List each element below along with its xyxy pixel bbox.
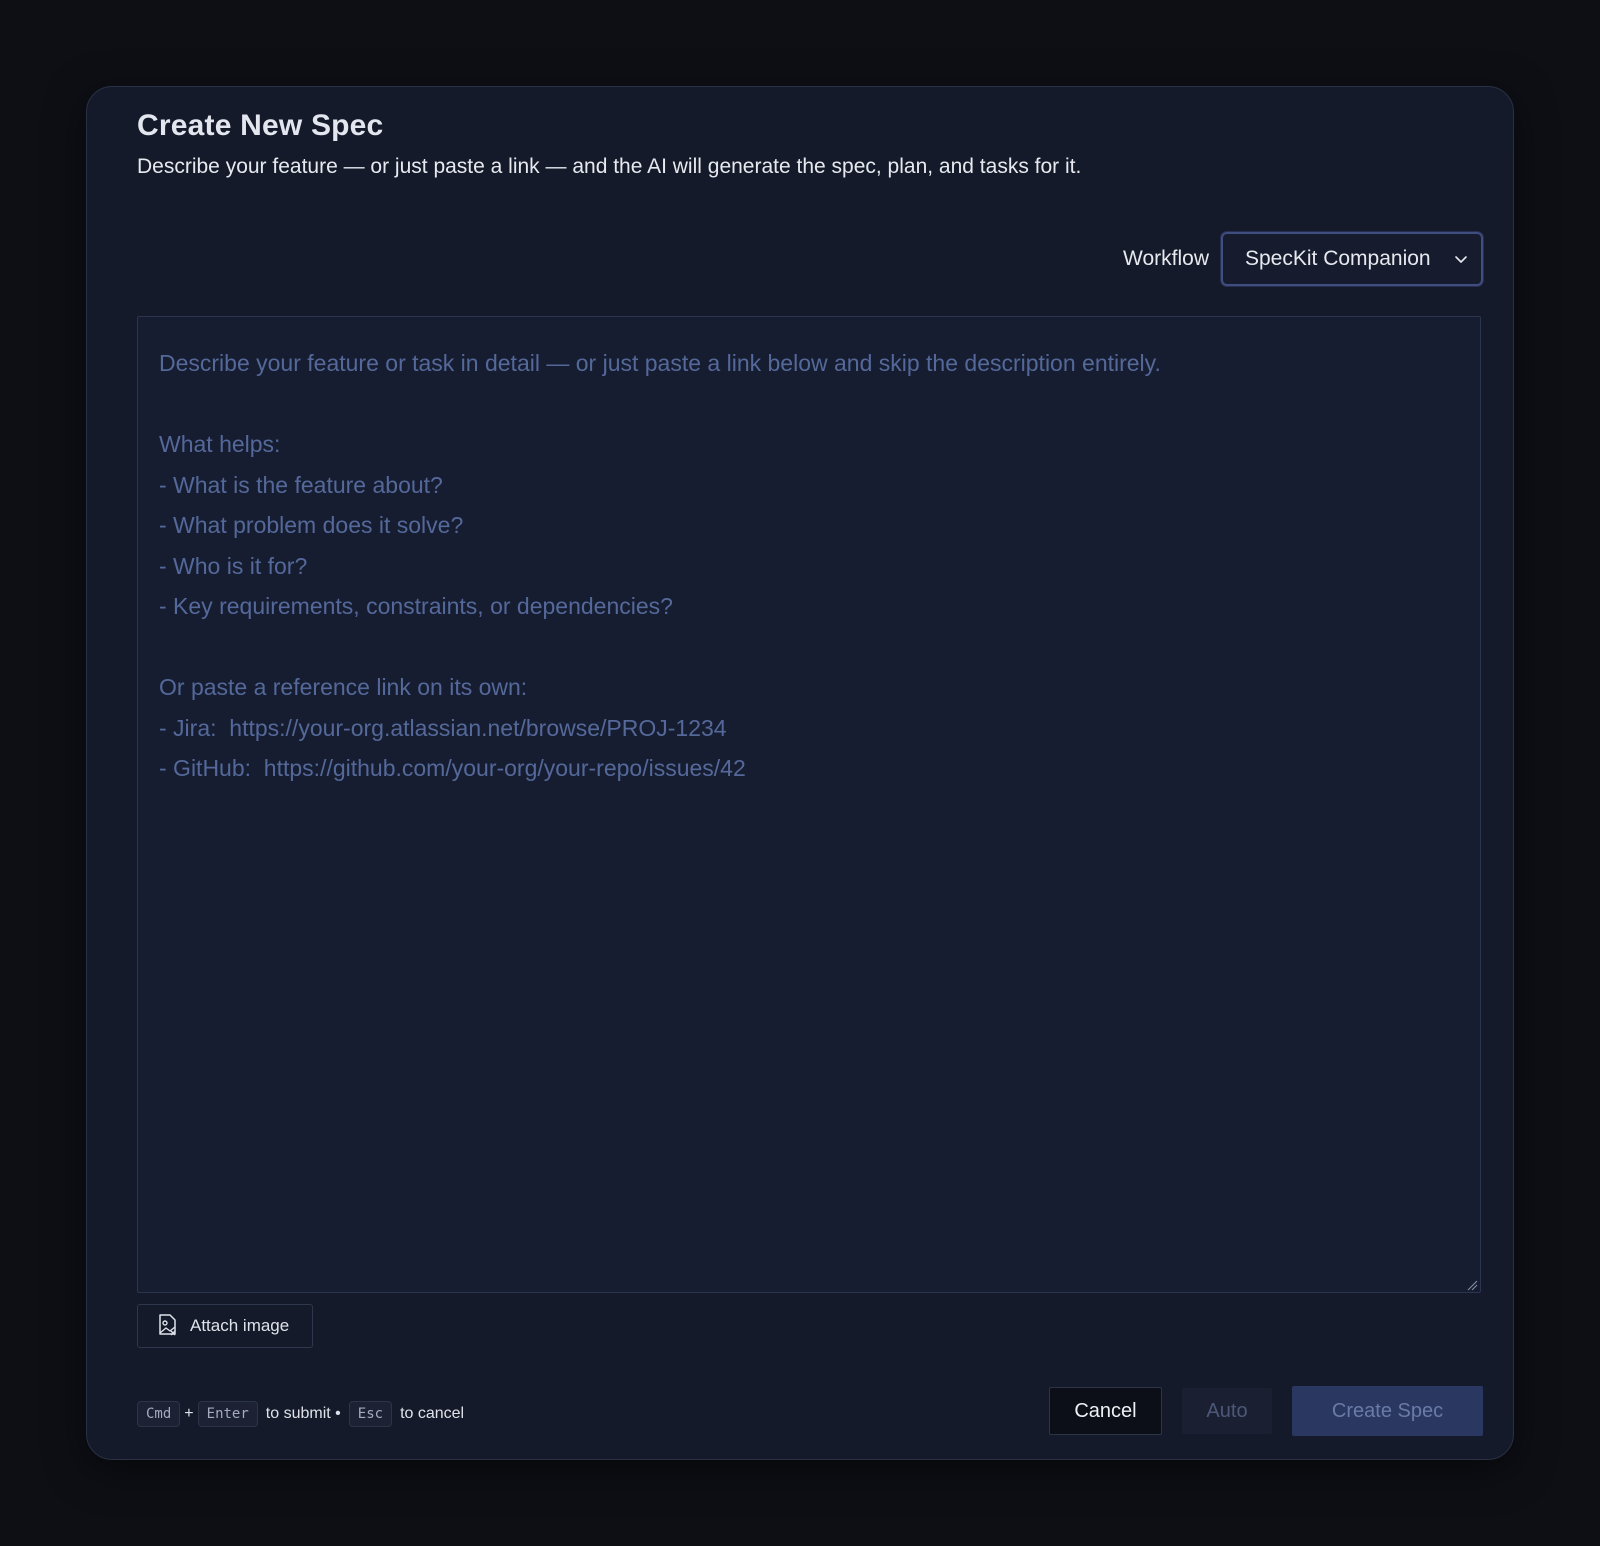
dialog-title: Create New Spec	[137, 109, 384, 142]
footer-buttons: Cancel Auto Create Spec	[1049, 1386, 1483, 1436]
attach-image-label: Attach image	[190, 1316, 290, 1335]
workflow-row: Workflow SpecKit Companion	[1123, 232, 1483, 286]
attach-image-button[interactable]: Attach image	[137, 1304, 313, 1348]
dialog-subtitle: Describe your feature — or just paste a …	[137, 155, 1082, 178]
placeholder-line: Describe your feature or task in detail …	[159, 350, 1161, 376]
placeholder-line: - Jira: https://your-org.atlassian.net/b…	[159, 714, 727, 741]
create-spec-button[interactable]: Create Spec	[1292, 1386, 1483, 1436]
kbd-plus: +	[184, 1405, 194, 1422]
kbd-enter: Enter	[197, 1401, 258, 1427]
cancel-hint-text: to cancel	[400, 1405, 465, 1422]
keyboard-shortcut-hint: Cmd + Enter to submit • Esc to cancel	[137, 1401, 468, 1427]
placeholder-line: - What problem does it solve?	[159, 512, 464, 538]
placeholder-line: What helps:	[159, 431, 281, 457]
submit-hint-text: to submit •	[265, 1405, 341, 1422]
cancel-button[interactable]: Cancel	[1049, 1387, 1162, 1435]
placeholder-line: - Who is it for?	[159, 552, 308, 579]
placeholder-line: - Key requirements, constraints, or depe…	[159, 593, 673, 619]
resize-handle-icon[interactable]	[1466, 1278, 1478, 1291]
image-attach-icon	[156, 1311, 180, 1342]
placeholder-line: - GitHub: https://github.com/your-org/yo…	[159, 755, 746, 781]
kbd-esc: Esc	[348, 1401, 393, 1427]
placeholder-line: - What is the feature about?	[159, 471, 443, 498]
workflow-selected-value: SpecKit Companion	[1245, 247, 1431, 270]
workflow-select[interactable]: SpecKit Companion	[1221, 232, 1483, 286]
workflow-label: Workflow	[1123, 247, 1209, 270]
auto-button[interactable]: Auto	[1182, 1388, 1272, 1434]
description-textarea[interactable]: Describe your feature or task in detail …	[137, 316, 1481, 1293]
chevron-down-icon	[1453, 251, 1469, 267]
kbd-cmd: Cmd	[137, 1401, 181, 1427]
placeholder-line	[159, 627, 1459, 668]
placeholder-line: Or paste a reference link on its own:	[159, 674, 528, 700]
placeholder-line	[159, 384, 1459, 425]
create-spec-dialog: Create New Spec Describe your feature — …	[86, 86, 1514, 1460]
